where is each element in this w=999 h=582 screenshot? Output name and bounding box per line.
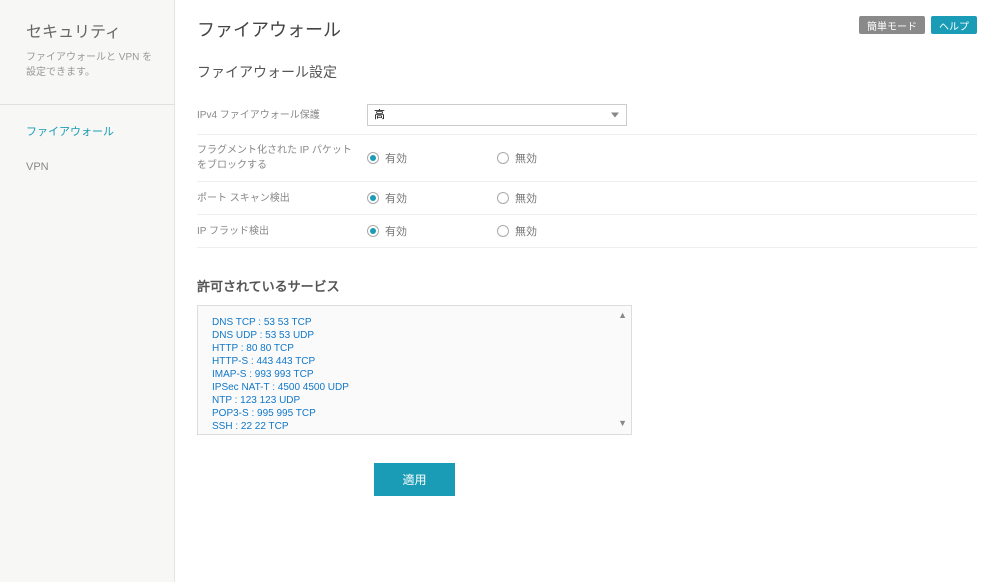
radio-label: 無効	[515, 223, 537, 239]
radio-icon	[497, 152, 509, 164]
row-block-fragmented: フラグメント化された IP パケットをブロックする 有効 無効	[197, 135, 977, 182]
radio-port-scan-on[interactable]: 有効	[367, 190, 407, 206]
sidebar-description: ファイアウォールと VPN を設定できます。	[26, 50, 160, 80]
radio-block-fragmented-on[interactable]: 有効	[367, 150, 407, 166]
sidebar-item-vpn[interactable]: VPN	[26, 155, 160, 179]
radio-icon	[497, 192, 509, 204]
sidebar: セキュリティ ファイアウォールと VPN を設定できます。 ファイアウォール V…	[0, 0, 175, 582]
radio-group-block-fragmented: 有効 無効	[367, 150, 537, 166]
radio-label: 有効	[385, 223, 407, 239]
section-title: ファイアウォール設定	[197, 62, 977, 82]
radio-group-port-scan: 有効 無効	[367, 190, 537, 206]
service-line: DNS UDP : 53 53 UDP	[212, 329, 617, 342]
radio-icon	[367, 152, 379, 164]
radio-icon	[497, 225, 509, 237]
service-line: DNS TCP : 53 53 TCP	[212, 316, 617, 329]
service-line: IMAP-S : 993 993 TCP	[212, 368, 617, 381]
row-ip-flood: IP フラッド検出 有効 無効	[197, 215, 977, 248]
page-title: ファイアウォール	[197, 16, 859, 42]
service-line: POP3-S : 995 995 TCP	[212, 407, 617, 420]
sidebar-item-label: VPN	[26, 161, 49, 173]
row-port-scan: ポート スキャン検出 有効 無効	[197, 182, 977, 215]
label-port-scan: ポート スキャン検出	[197, 191, 367, 206]
ipv4-protection-select-wrap: 高	[367, 104, 627, 126]
service-line: NTP : 123 123 UDP	[212, 394, 617, 407]
radio-port-scan-off[interactable]: 無効	[497, 190, 537, 206]
radio-icon	[367, 192, 379, 204]
radio-block-fragmented-off[interactable]: 無効	[497, 150, 537, 166]
ipv4-protection-select[interactable]: 高	[367, 104, 627, 126]
service-line: HTTP-S : 443 443 TCP	[212, 355, 617, 368]
apply-button[interactable]: 適用	[374, 463, 454, 496]
label-block-fragmented: フラグメント化された IP パケットをブロックする	[197, 143, 367, 173]
main-content: ファイアウォール 簡単モード ヘルプ ファイアウォール設定 IPv4 ファイアウ…	[175, 0, 999, 582]
header-buttons: 簡単モード ヘルプ	[859, 16, 977, 34]
radio-label: 無効	[515, 150, 537, 166]
services-lines: DNS TCP : 53 53 TCPDNS UDP : 53 53 UDPHT…	[212, 316, 617, 435]
service-line: IPSec NAT-T : 4500 4500 UDP	[212, 381, 617, 394]
radio-group-ip-flood: 有効 無効	[367, 223, 537, 239]
label-ipv4-protection: IPv4 ファイアウォール保護	[197, 108, 367, 123]
radio-ip-flood-on[interactable]: 有効	[367, 223, 407, 239]
mode-button[interactable]: 簡単モード	[859, 16, 925, 34]
radio-ip-flood-off[interactable]: 無効	[497, 223, 537, 239]
services-title: 許可されているサービス	[197, 276, 977, 295]
radio-icon	[367, 225, 379, 237]
sidebar-divider	[0, 104, 174, 105]
radio-label: 有効	[385, 150, 407, 166]
sidebar-item-firewall[interactable]: ファイアウォール	[26, 117, 160, 145]
label-ip-flood: IP フラッド検出	[197, 224, 367, 239]
service-line: SMTP : 25 25 TCP	[212, 433, 617, 435]
apply-row: 適用	[197, 463, 632, 496]
scroll-up-icon[interactable]: ▲	[618, 310, 627, 322]
service-line: SSH : 22 22 TCP	[212, 420, 617, 433]
allowed-services-box[interactable]: ▲ DNS TCP : 53 53 TCPDNS UDP : 53 53 UDP…	[197, 305, 632, 435]
scroll-down-icon[interactable]: ▼	[618, 418, 627, 430]
sidebar-item-label: ファイアウォール	[26, 126, 114, 138]
service-line: HTTP : 80 80 TCP	[212, 342, 617, 355]
page-header: ファイアウォール 簡単モード ヘルプ	[197, 16, 977, 42]
help-button[interactable]: ヘルプ	[931, 16, 977, 34]
radio-label: 有効	[385, 190, 407, 206]
row-ipv4-protection: IPv4 ファイアウォール保護 高	[197, 96, 977, 135]
sidebar-title: セキュリティ	[26, 18, 160, 42]
radio-label: 無効	[515, 190, 537, 206]
